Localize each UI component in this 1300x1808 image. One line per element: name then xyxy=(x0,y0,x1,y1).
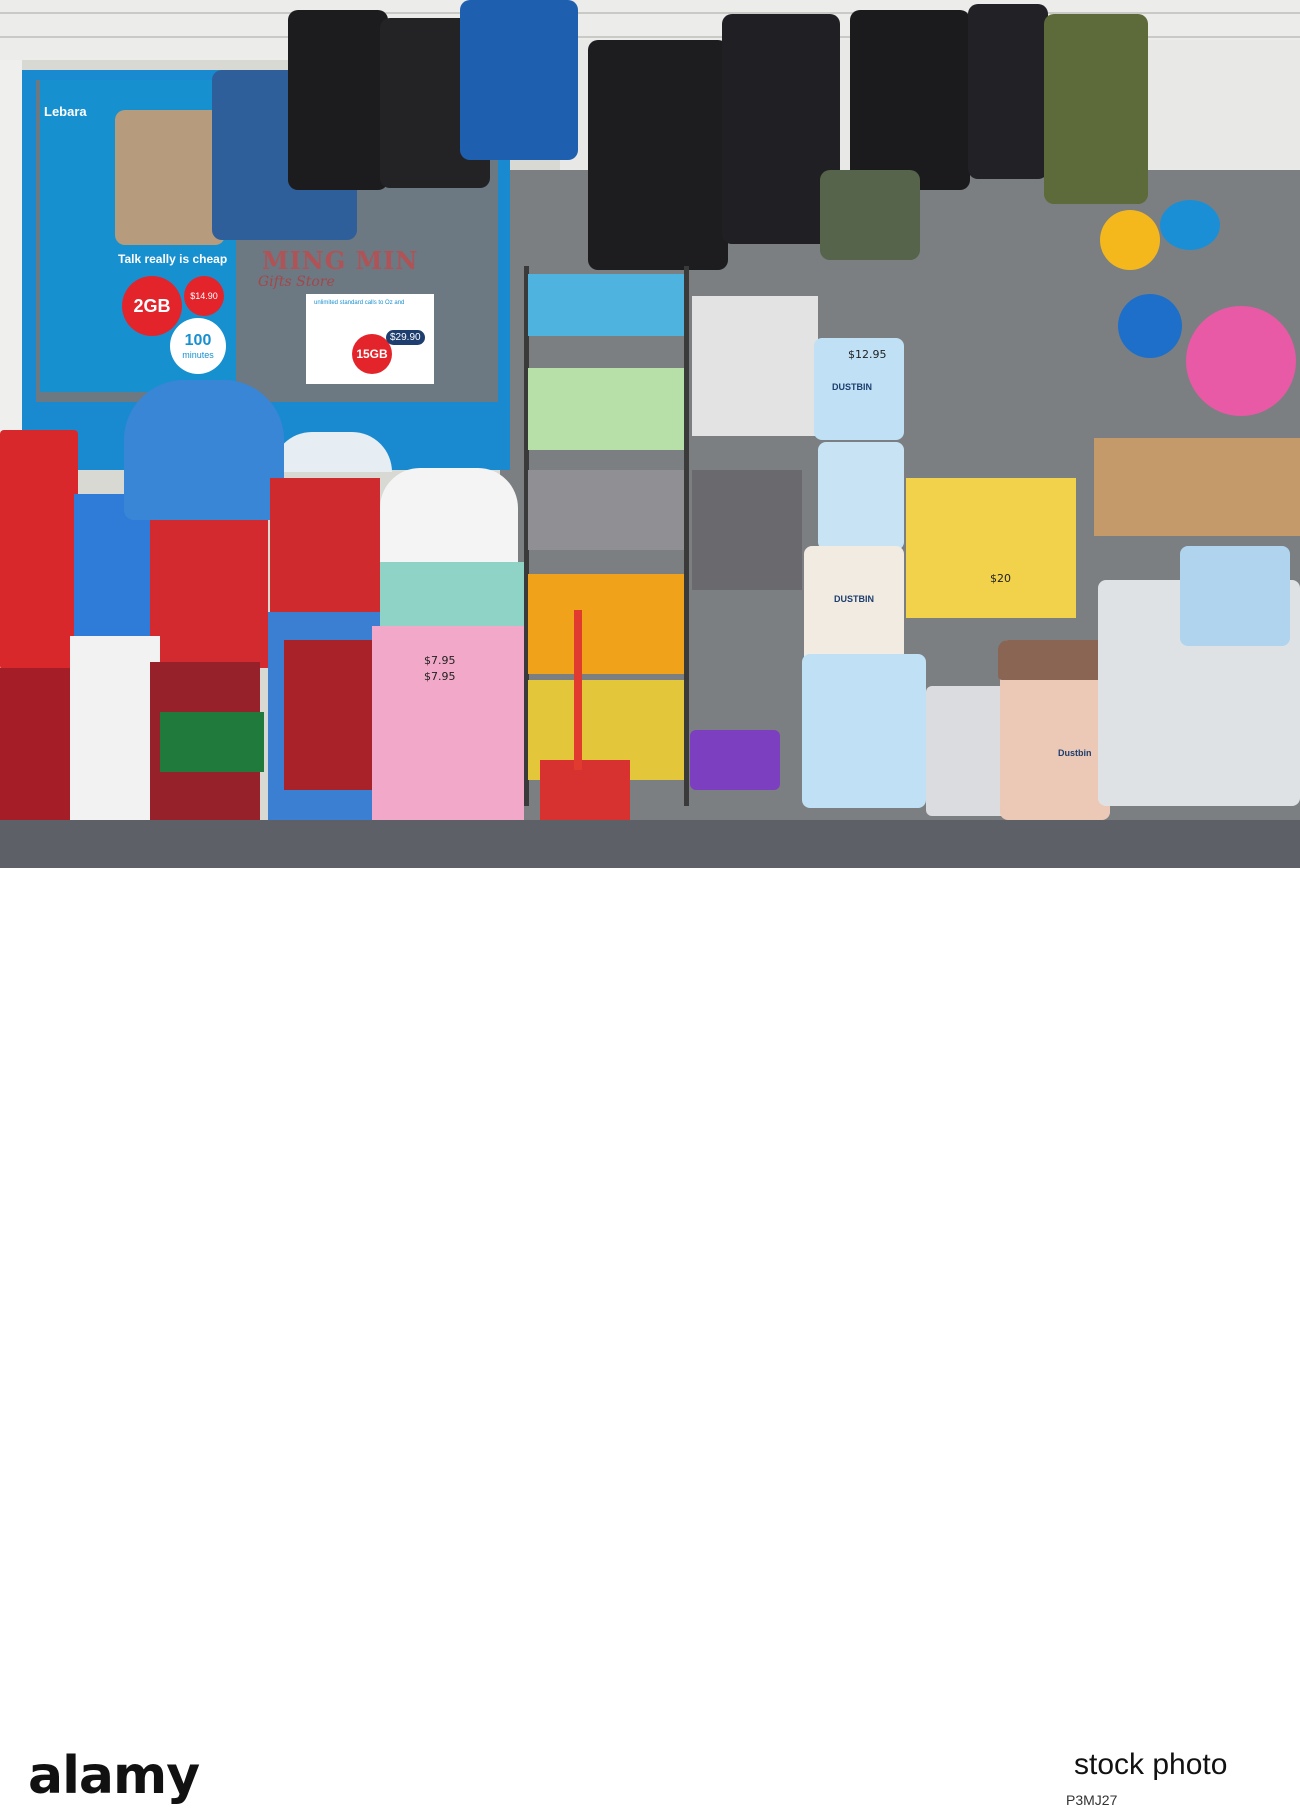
tan-shoulder-bag xyxy=(115,110,225,245)
black-backpack-1 xyxy=(850,10,970,190)
lebara-headline: Talk really is cheap xyxy=(118,252,228,266)
red-stool-stack-5 xyxy=(284,640,378,790)
purple-broom xyxy=(690,730,780,790)
small-bins-right xyxy=(1180,546,1290,646)
pinwheel-blue xyxy=(1118,294,1182,358)
dustbin-label-1: DUSTBIN xyxy=(832,382,872,392)
red-stool-stack-3 xyxy=(150,508,268,668)
cardboard-box xyxy=(1094,438,1300,536)
camouflage-bag xyxy=(820,170,920,260)
red-stool-stack-2 xyxy=(0,668,72,828)
window-sign-title: MING MIN xyxy=(262,246,419,275)
white-laundry-basket xyxy=(380,468,518,572)
green-backpack xyxy=(1044,14,1148,204)
blue-chair-stack xyxy=(124,380,284,520)
green-stool-stack xyxy=(160,712,264,772)
lebara-data-badge: 2GB xyxy=(122,276,182,336)
red-stool-stack-4 xyxy=(270,478,380,618)
rack-shelf-tools xyxy=(528,470,684,550)
rack-shelf-sponges xyxy=(528,574,684,674)
dustbin-light-blue-2 xyxy=(818,442,904,550)
lebara-price-badge: $14.90 xyxy=(184,276,224,316)
rack-shelf-pastel-items xyxy=(528,368,684,450)
basket-price-tag-2: $7.95 xyxy=(424,670,456,683)
second-poster-price: $29.90 xyxy=(386,330,425,345)
shopfront-photo: Lebara Talk really is cheap 2GB $14.90 1… xyxy=(0,0,1300,868)
dustbin-label-2: DUSTBIN xyxy=(834,594,874,604)
watermark-strip: alamy stock photo P3MJ27 xyxy=(0,868,1300,1808)
image-id: P3MJ27 xyxy=(1066,1792,1118,1808)
beige-bin-lid xyxy=(998,640,1112,680)
middle-rack-white-items xyxy=(692,296,818,436)
dustbin-label-3: Dustbin xyxy=(1058,748,1092,758)
minutes-value: 100 xyxy=(184,332,212,349)
mickey-balloon xyxy=(1160,200,1220,250)
stock-photo-label: stock photo xyxy=(1074,1748,1228,1781)
boxed-goods-shelf xyxy=(906,478,1076,618)
lebara-minutes-badge: 100 minutes xyxy=(170,318,226,374)
bin-price-tag: $12.95 xyxy=(848,348,887,361)
minutes-unit: minutes xyxy=(182,350,214,360)
window-sign-subtitle: Gifts Store xyxy=(258,274,335,290)
shelf-price-tag: $20 xyxy=(990,572,1011,585)
second-poster-headline: unlimited standard calls to Oz and xyxy=(314,300,405,306)
white-stool-stack xyxy=(70,636,160,836)
red-broom-handle xyxy=(574,610,582,770)
black-duffel-bag-1 xyxy=(288,10,388,190)
basket-price-tag-1: $7.95 xyxy=(424,654,456,667)
black-duffel-bag-3 xyxy=(588,40,728,270)
alamy-logo: alamy xyxy=(28,1746,200,1806)
pinwheel-rainbow xyxy=(1186,306,1296,416)
round-window-panel xyxy=(272,432,392,472)
red-stool-stack-1 xyxy=(0,430,78,670)
dustbin-light-blue-bottom xyxy=(802,654,926,808)
pavement xyxy=(0,820,1300,868)
blue-bag-with-logo xyxy=(460,0,578,160)
lebara-brand: Lebara xyxy=(44,104,87,119)
pinwheel-sunflower xyxy=(1100,210,1160,270)
black-backpack-2 xyxy=(968,4,1048,179)
grey-swing-bin xyxy=(926,686,1010,816)
rack-shelf-blue-items xyxy=(528,274,684,336)
middle-rack-tools xyxy=(692,470,802,590)
wire-rack-pole-right xyxy=(684,266,689,806)
dustbin-cream xyxy=(804,546,904,664)
